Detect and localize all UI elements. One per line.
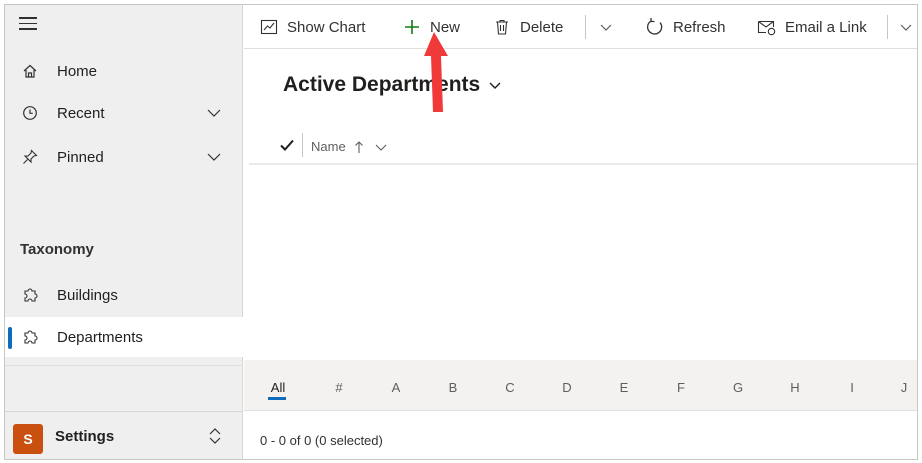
pin-icon [21, 148, 39, 166]
column-header-name[interactable]: Name [311, 139, 388, 154]
chevron-down-icon [489, 82, 501, 89]
sidebar: Home Recent Pinned Taxonomy Buildings De… [5, 5, 243, 459]
jump-f[interactable]: F [677, 380, 685, 395]
toolbar-divider [887, 15, 888, 39]
jump-i[interactable]: I [850, 380, 854, 395]
hamburger-menu-icon[interactable] [19, 17, 37, 35]
alphabet-jump-bar: All # A B C D E F G H I J [244, 360, 917, 410]
email-link-icon [757, 17, 777, 37]
chevron-down-icon [375, 144, 387, 151]
jump-g[interactable]: G [733, 380, 743, 395]
sidebar-item-recent[interactable]: Recent [5, 93, 243, 133]
jump-c[interactable]: C [505, 380, 514, 395]
sidebar-item-buildings[interactable]: Buildings [5, 275, 243, 315]
sidebar-item-label: Home [57, 62, 98, 80]
refresh-label: Refresh [673, 18, 726, 36]
home-icon [21, 62, 39, 80]
jump-all[interactable]: All [271, 380, 285, 395]
more-options-button[interactable] [599, 5, 613, 49]
jump-h[interactable]: H [790, 380, 799, 395]
jump-d[interactable]: D [562, 380, 571, 395]
grid-footer: 0 - 0 of 0 (0 selected) [244, 410, 917, 459]
area-avatar: S [13, 424, 43, 454]
refresh-icon [645, 17, 665, 37]
puzzle-icon [21, 286, 39, 304]
show-chart-label: Show Chart [287, 18, 366, 36]
sort-ascending-icon [354, 140, 363, 153]
toolbar-divider [585, 15, 586, 39]
jump-hash[interactable]: # [335, 380, 342, 395]
command-bar: Show Chart New Delete Refresh Email a Li… [244, 5, 917, 49]
show-chart-button[interactable]: Show Chart [259, 5, 365, 49]
sidebar-item-label: Departments [57, 328, 143, 346]
select-all-checkmark-icon[interactable] [279, 137, 295, 153]
chevron-up-down-icon[interactable] [208, 426, 222, 446]
area-switcher[interactable]: S Settings [5, 411, 243, 459]
jump-j[interactable]: J [901, 380, 908, 395]
header-divider [302, 133, 303, 157]
chevron-down-icon[interactable] [207, 106, 221, 120]
delete-label: Delete [520, 18, 564, 36]
grid-body [244, 167, 917, 360]
chevron-down-icon [900, 24, 912, 31]
delete-button[interactable]: Delete [492, 5, 563, 49]
sidebar-item-home[interactable]: Home [5, 51, 243, 91]
annotation-arrow-icon [424, 32, 448, 112]
sidebar-item-departments[interactable]: Departments [5, 317, 243, 357]
overflow-button[interactable] [899, 5, 913, 49]
record-count-status: 0 - 0 of 0 (0 selected) [260, 433, 383, 448]
jump-b[interactable]: B [449, 380, 458, 395]
chevron-down-icon[interactable] [207, 150, 221, 164]
refresh-button[interactable]: Refresh [645, 5, 726, 49]
sidebar-item-pinned[interactable]: Pinned [5, 137, 243, 177]
chevron-down-icon [600, 24, 612, 31]
column-header-label: Name [311, 139, 346, 154]
sidebar-item-label: Pinned [57, 148, 104, 166]
grid-header: Name [249, 127, 917, 165]
sidebar-item-label: Recent [57, 104, 105, 122]
sidebar-divider [5, 365, 243, 366]
trash-icon [492, 17, 512, 37]
sidebar-section-title: Taxonomy [20, 241, 94, 258]
email-link-button[interactable]: Email a Link [757, 5, 867, 49]
sidebar-item-label: Buildings [57, 286, 118, 304]
chart-icon [259, 17, 279, 37]
email-link-label: Email a Link [785, 18, 867, 36]
jump-a[interactable]: A [392, 380, 401, 395]
area-label: Settings [55, 428, 115, 445]
puzzle-icon [21, 328, 39, 346]
jump-e[interactable]: E [620, 380, 629, 395]
view-selector[interactable]: Active Departments [283, 73, 502, 97]
clock-icon [21, 104, 39, 122]
jump-active-underline [268, 397, 286, 400]
selected-indicator [8, 327, 12, 349]
